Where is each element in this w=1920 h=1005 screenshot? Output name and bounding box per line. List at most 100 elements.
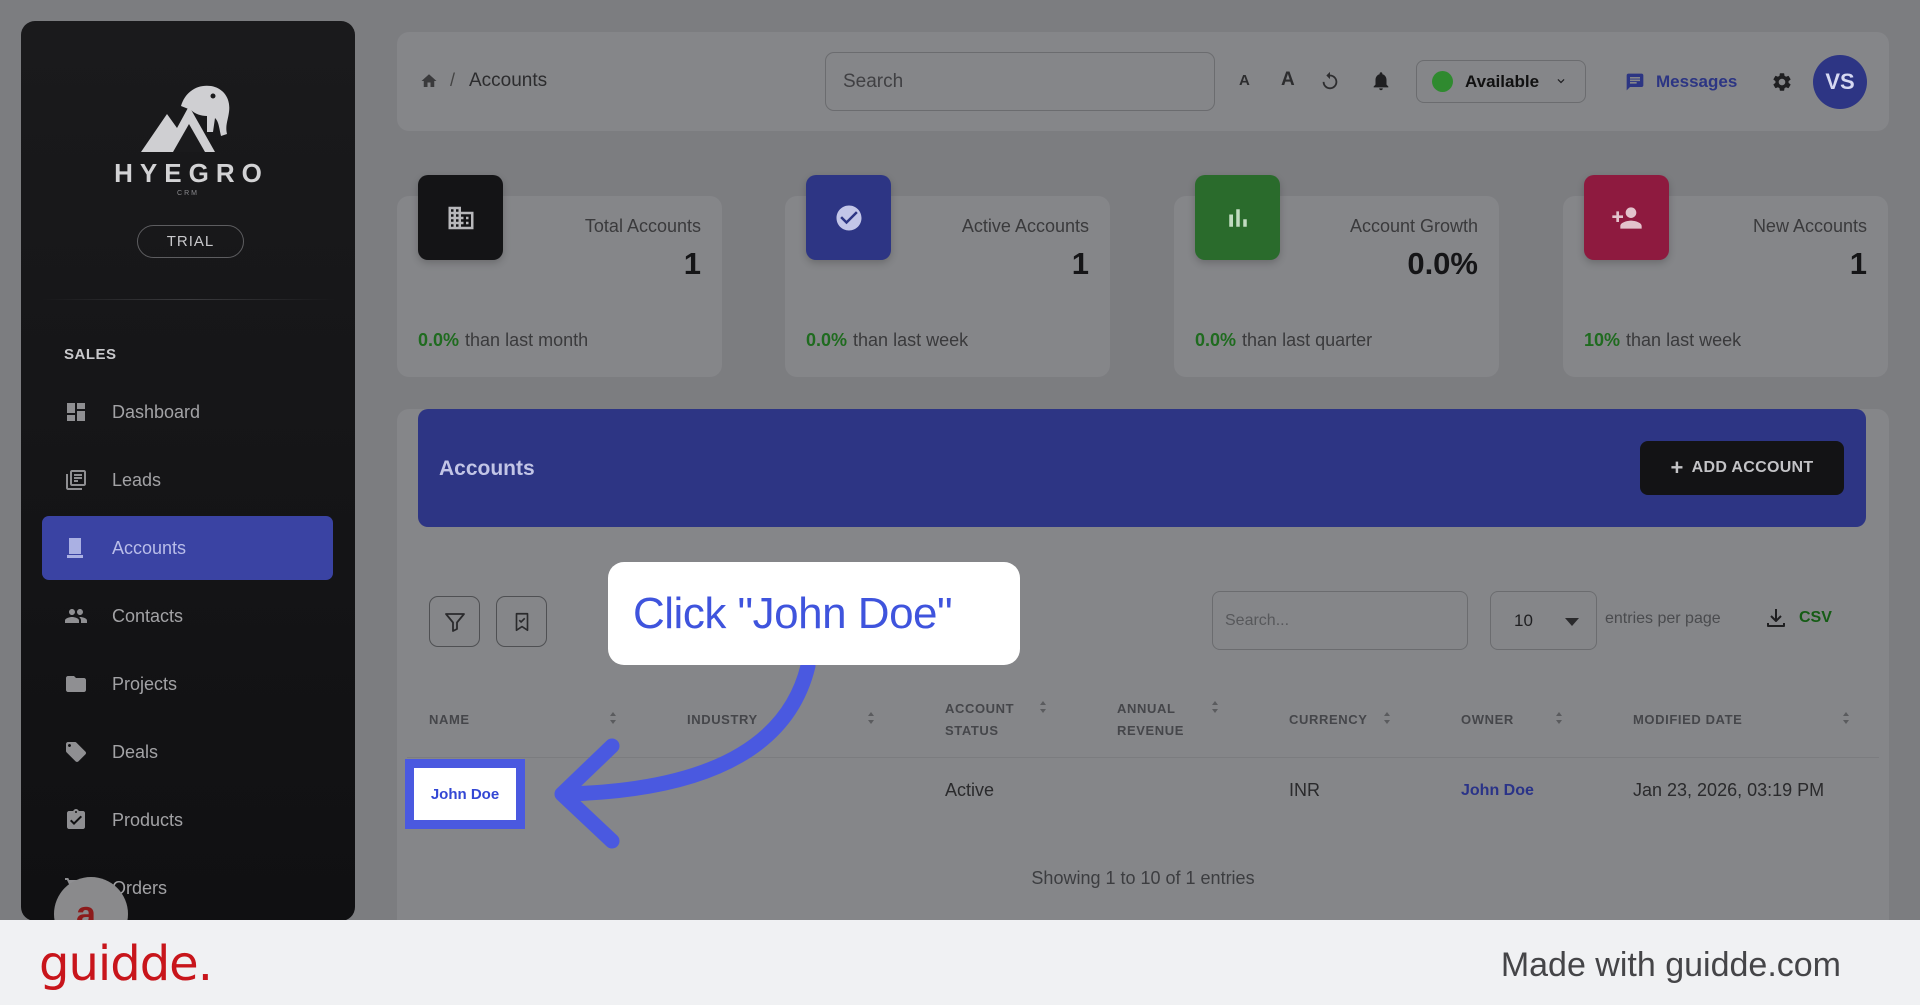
sort-icon[interactable] (1554, 710, 1564, 726)
decrease-font-button[interactable]: A (1239, 72, 1250, 89)
refresh-icon[interactable] (1319, 70, 1341, 92)
column-header-owner[interactable]: OWNER (1461, 709, 1514, 731)
account-name-link[interactable]: John Doe (414, 768, 516, 820)
card-footer: 10% than last week (1584, 330, 1741, 351)
sort-icon[interactable] (1038, 699, 1048, 715)
sidebar-item-contacts[interactable]: Contacts (42, 584, 333, 648)
csv-export-button[interactable]: CSV (1764, 606, 1832, 630)
contacts-icon (65, 609, 87, 623)
sort-icon[interactable] (608, 710, 618, 726)
card-footer-text: than last week (853, 330, 969, 350)
dashboard-icon (67, 403, 85, 421)
card-footer-text: than last month (465, 330, 589, 350)
cell-currency: INR (1289, 780, 1320, 800)
download-icon (1767, 609, 1785, 627)
cell-status: Active (945, 780, 995, 800)
sidebar-item-label: Accounts (112, 537, 187, 558)
logo[interactable]: HYEGRO CRM (21, 76, 355, 197)
card-icon-box (806, 175, 891, 260)
sidebar-item-label: Projects (112, 673, 178, 694)
plan-badge[interactable]: TRIAL (137, 225, 244, 258)
card-value: 1 (1071, 246, 1089, 281)
table-row-divider (407, 757, 1879, 758)
availability-label: Available (1465, 71, 1540, 91)
filter-button[interactable] (429, 596, 480, 647)
sidebar-item-label: Dashboard (112, 401, 201, 422)
home-icon[interactable] (420, 72, 438, 90)
column-header-annual-revenue[interactable]: ANNUAL REVENUE (1117, 698, 1184, 742)
highlighted-name-cell[interactable]: John Doe (405, 759, 525, 829)
card-value: 0.0% (1407, 246, 1478, 281)
breadcrumb-separator: / (450, 70, 456, 90)
sidebar-item-projects[interactable]: Projects (42, 652, 333, 716)
bell-icon[interactable] (1370, 69, 1392, 93)
card-icon-box (1584, 175, 1669, 260)
sidebar-item-label: Contacts (112, 605, 184, 626)
sidebar-item-label: Deals (112, 741, 159, 762)
pagination-info: Showing 1 to 10 of 1 entries (1031, 868, 1255, 888)
add-account-button[interactable]: + ADD ACCOUNT (1640, 441, 1844, 495)
header-line: STATUS (945, 723, 999, 738)
user-avatar[interactable]: VS (1813, 55, 1867, 109)
sort-icon[interactable] (866, 710, 876, 726)
card-footer-text: than last week (1626, 330, 1742, 350)
topbar: / Accounts Search A A Available Messages… (397, 32, 1889, 131)
entries-per-page-select[interactable]: 10 (1490, 591, 1597, 650)
card-value: 1 (1849, 246, 1867, 281)
card-value: 1 (683, 246, 701, 281)
card-percent: 0.0% (1195, 330, 1237, 350)
card-icon-box (418, 175, 503, 260)
card-footer-text: than last quarter (1242, 330, 1373, 350)
sort-icon[interactable] (1210, 699, 1220, 715)
sidebar-item-deals[interactable]: Deals (42, 720, 333, 784)
sidebar: HYEGRO CRM TRIAL SALES Dashboard Leads A… (21, 21, 355, 921)
stat-card-account-growth: Account Growth 0.0% 0.0% than last quarte… (1174, 175, 1499, 377)
header-line: REVENUE (1117, 723, 1185, 738)
sidebar-item-dashboard[interactable]: Dashboard (42, 380, 333, 444)
cell-modified-date: Jan 23, 2026, 03:19 PM (1633, 780, 1825, 800)
instruction-tooltip: Click "John Doe" (608, 562, 1020, 665)
logo-subtext: CRM (177, 190, 199, 197)
chevron-down-icon (1557, 79, 1565, 84)
search-placeholder: Search (843, 70, 904, 92)
sidebar-item-leads[interactable]: Leads (42, 448, 333, 512)
cell-owner-link[interactable]: John Doe (1461, 782, 1534, 800)
availability-dropdown[interactable]: Available (1416, 60, 1586, 103)
column-header-industry[interactable]: INDUSTRY (687, 709, 758, 731)
sidebar-item-products[interactable]: Products (42, 788, 333, 852)
column-header-modified-date[interactable]: MODIFIED DATE (1633, 709, 1742, 731)
add-account-label: ADD ACCOUNT (1691, 459, 1814, 476)
sort-icon[interactable] (1841, 710, 1851, 726)
messages-label: Messages (1656, 72, 1738, 91)
card-title: New Accounts (1752, 216, 1867, 236)
column-header-account-status[interactable]: ACCOUNT STATUS (945, 698, 1014, 742)
accounts-icon (67, 538, 83, 558)
person-add-icon (1611, 206, 1642, 229)
sidebar-item-accounts[interactable]: Accounts (42, 516, 333, 580)
card-percent: 0.0% (806, 330, 848, 350)
messages-link[interactable]: Messages (1625, 72, 1737, 92)
stat-card-new-accounts: New Accounts 1 10% than last week (1563, 175, 1888, 377)
table-search-input[interactable]: Search... (1212, 591, 1468, 650)
breadcrumb-current: Accounts (469, 70, 548, 91)
sort-icon[interactable] (1382, 710, 1392, 726)
column-header-currency[interactable]: CURRENCY (1289, 709, 1367, 731)
panel-header: Accounts + ADD ACCOUNT (418, 409, 1866, 527)
card-title: Active Accounts (961, 216, 1089, 236)
elephant-logo-icon (141, 85, 230, 152)
folder-icon (66, 676, 86, 692)
guidde-logo[interactable]: guidde. (39, 936, 213, 992)
increase-font-button[interactable]: A (1281, 69, 1295, 91)
column-header-name[interactable]: NAME (429, 709, 470, 731)
plus-icon: + (1670, 455, 1684, 480)
saved-views-button[interactable] (496, 596, 547, 647)
message-icon (1626, 73, 1644, 91)
sidebar-item-label: Products (112, 809, 184, 830)
header-line: ANNUAL (1117, 701, 1176, 716)
card-footer: 0.0% than last month (418, 330, 588, 351)
global-search-input[interactable]: Search (825, 52, 1215, 111)
header-line: ACCOUNT (945, 701, 1015, 716)
gear-icon[interactable] (1771, 71, 1793, 93)
accounts-panel: Accounts + ADD ACCOUNT Search... 10 entr… (397, 409, 1889, 929)
entries-label: entries per page (1605, 610, 1721, 627)
